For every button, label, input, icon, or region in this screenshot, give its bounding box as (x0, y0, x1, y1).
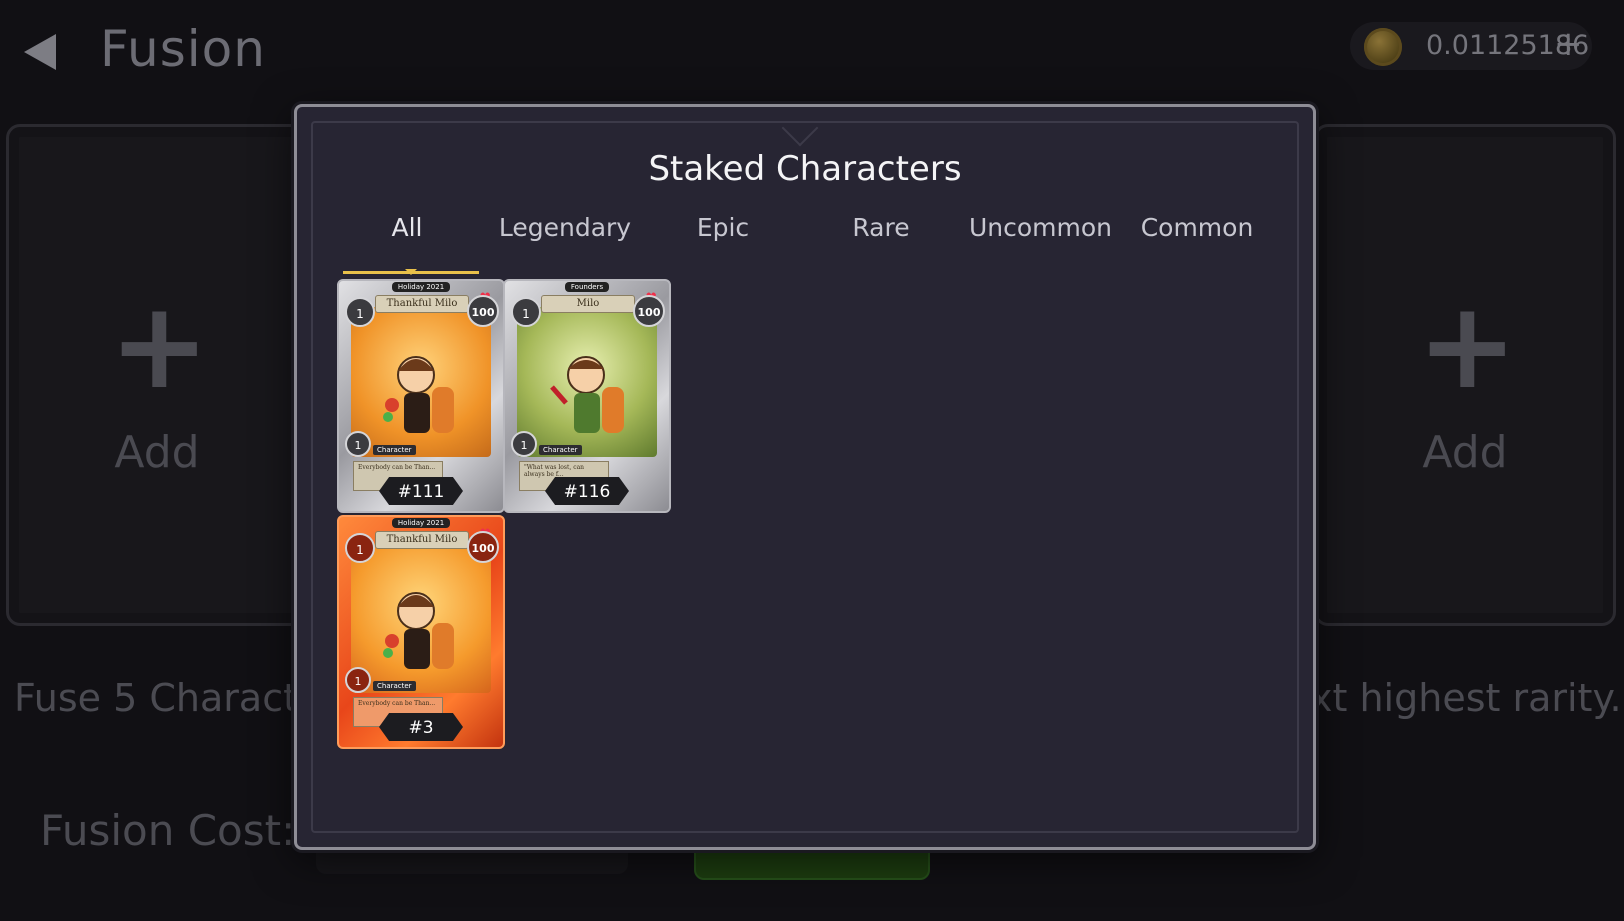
character-figure-icon (383, 592, 454, 669)
fusion-slot-right[interactable]: + Add (1314, 124, 1616, 626)
plus-icon: + (109, 277, 210, 416)
card-name: Thankful Milo (375, 295, 469, 313)
coin-icon (1364, 28, 1402, 66)
card-artwork (351, 543, 491, 693)
fuse-instruction-left: Fuse 5 Characte (14, 676, 322, 720)
character-figure-icon (383, 356, 454, 433)
card-name: Milo (541, 295, 635, 313)
character-card[interactable]: Holiday 2021 Thankful Milo 1 ♥ 100 1 Cha… (337, 515, 505, 749)
card-set: Founders (564, 282, 610, 292)
add-label: Add (1422, 427, 1508, 478)
card-serial: #111 (379, 477, 463, 505)
tab-epic[interactable]: Epic (653, 213, 793, 242)
back-arrow-icon (24, 34, 56, 70)
character-figure-icon (550, 356, 624, 433)
selection-indicator-icon (343, 269, 479, 275)
staked-characters-modal: Staked Characters All Legendary Epic Rar… (294, 104, 1316, 850)
card-type: Character (373, 445, 416, 455)
add-label: Add (114, 427, 200, 478)
fusion-slot-left[interactable]: + Add (6, 124, 308, 626)
card-defense: 1 (511, 431, 537, 457)
card-serial: #116 (545, 477, 629, 505)
modal-title: Staked Characters (648, 149, 962, 189)
fusion-cost-label: Fusion Cost: (40, 806, 296, 855)
card-defense: 1 (345, 667, 371, 693)
card-set: Holiday 2021 (391, 282, 451, 292)
character-card[interactable]: Holiday 2021 Thankful Milo 1 ♥ 100 1 Cha… (337, 279, 505, 513)
card-level: 1 (511, 297, 541, 327)
plus-icon: + (1417, 277, 1518, 416)
top-bar: Fusion 0.01125186 + (0, 0, 1624, 100)
card-serial: #3 (379, 713, 463, 741)
screen-title: Fusion (100, 20, 266, 78)
card-level: 1 (345, 533, 375, 563)
currency-display: 0.01125186 + (1350, 22, 1592, 70)
tab-legendary[interactable]: Legendary (495, 213, 635, 242)
card-set: Holiday 2021 (391, 518, 451, 528)
fuse-instruction-right: xt highest rarity. (1310, 676, 1622, 720)
card-type: Character (539, 445, 582, 455)
tab-uncommon[interactable]: Uncommon (969, 213, 1112, 242)
card-hp: 100 (633, 295, 665, 327)
card-type: Character (373, 681, 416, 691)
tab-rare[interactable]: Rare (811, 213, 951, 242)
card-defense: 1 (345, 431, 371, 457)
fuse-button[interactable] (694, 846, 930, 880)
card-level: 1 (345, 297, 375, 327)
tab-common[interactable]: Common (1127, 213, 1267, 242)
card-hp: 100 (467, 531, 499, 563)
card-artwork (517, 307, 657, 457)
back-button[interactable] (20, 30, 60, 74)
add-currency-button[interactable]: + (1554, 24, 1583, 64)
tab-all[interactable]: All (337, 213, 477, 242)
rarity-tabs: All Legendary Epic Rare Uncommon Common (337, 213, 1277, 253)
card-name: Thankful Milo (375, 531, 469, 549)
character-card[interactable]: Founders Milo 1 ♥ 100 1 Character "What … (503, 279, 671, 513)
card-hp: 100 (467, 295, 499, 327)
card-artwork (351, 307, 491, 457)
